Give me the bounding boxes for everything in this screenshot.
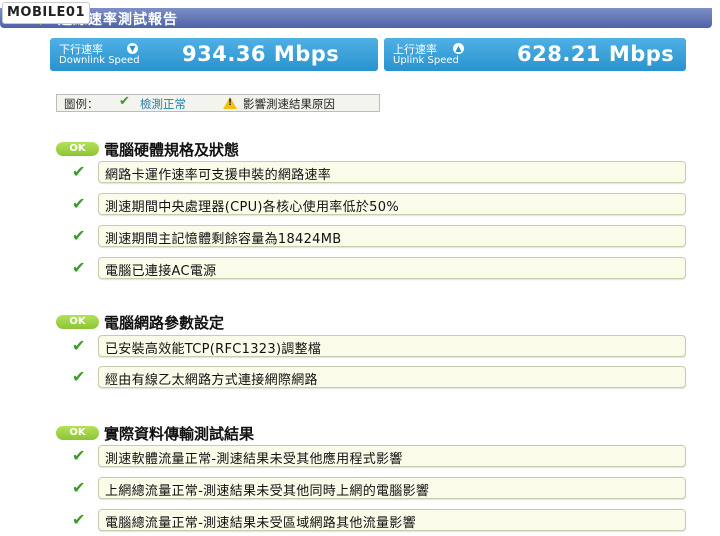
list-item: ✔ 網路卡運作速率可支援申裝的網路速率 bbox=[70, 161, 688, 183]
result-bar: 電腦總流量正常-測速結果未受區域網路其他流量影響 bbox=[98, 509, 686, 531]
item-text: 測速期間中央處理器(CPU)各核心使用率低於50% bbox=[105, 200, 399, 215]
list-item: ✔ 測速軟體流量正常-測速結果未受其他應用程式影響 bbox=[70, 445, 688, 467]
uplink-value: 628.21 Mbps bbox=[517, 42, 675, 66]
item-text: 網路卡運作速率可支援申裝的網路速率 bbox=[105, 168, 332, 183]
item-text: 測速期間主記憶體剩餘容量為18424MB bbox=[105, 232, 342, 247]
title-banner: 連線速率測試報告 bbox=[0, 8, 712, 28]
ok-badge: OK bbox=[56, 142, 99, 156]
item-text: 已安裝高效能TCP(RFC1323)調整檔 bbox=[105, 342, 322, 357]
uplink-speed-box: 上行速率 ▲ Uplink Speed 628.21 Mbps bbox=[384, 38, 686, 71]
result-bar: 經由有線乙太網路方式連接網際網路 bbox=[98, 366, 686, 388]
result-bar: 測速期間中央處理器(CPU)各核心使用率低於50% bbox=[98, 193, 686, 215]
result-bar: 測速軟體流量正常-測速結果未受其他應用程式影響 bbox=[98, 445, 686, 467]
item-text: 經由有線乙太網路方式連接網際網路 bbox=[105, 373, 318, 388]
list-item: ✔ 電腦已連接AC電源 bbox=[70, 257, 688, 279]
result-bar: 測速期間主記憶體剩餘容量為18424MB bbox=[98, 225, 686, 247]
check-icon: ✔ bbox=[72, 226, 86, 245]
legend-warn-text: 影響測速結果原因 bbox=[243, 97, 335, 111]
top-bar: 連線速率測試報告 MOBILE01 bbox=[0, 0, 720, 30]
down-arrow-icon: ▼ bbox=[127, 43, 138, 54]
warning-icon bbox=[223, 97, 237, 109]
item-text: 上網總流量正常-測速結果未受其他同時上網的電腦影響 bbox=[105, 484, 430, 499]
item-text: 電腦已連接AC電源 bbox=[105, 264, 217, 279]
list-item: ✔ 經由有線乙太網路方式連接網際網路 bbox=[70, 366, 688, 388]
brand-text: MOBILE01 bbox=[7, 5, 85, 20]
up-arrow-icon: ▲ bbox=[453, 43, 464, 54]
list-item: ✔ 上網總流量正常-測速結果未受其他同時上網的電腦影響 bbox=[70, 477, 688, 499]
result-bar: 電腦已連接AC電源 bbox=[98, 257, 686, 279]
check-icon: ✔ bbox=[72, 162, 86, 181]
check-icon: ✔ bbox=[72, 510, 86, 529]
legend-ok-text: 檢測正常 bbox=[140, 97, 186, 111]
item-text: 電腦總流量正常-測速結果未受區域網路其他流量影響 bbox=[105, 516, 416, 531]
downlink-label-en: Downlink Speed bbox=[59, 55, 140, 66]
downlink-value: 934.36 Mbps bbox=[182, 42, 340, 66]
legend-label: 圖例： bbox=[64, 97, 99, 111]
section-title: 實際資料傳輸測試結果 bbox=[104, 425, 255, 443]
brand-logo: MOBILE01 bbox=[2, 2, 90, 24]
result-bar: 上網總流量正常-測速結果未受其他同時上網的電腦影響 bbox=[98, 477, 686, 499]
check-icon: ✔ bbox=[72, 194, 86, 213]
list-item: ✔ 已安裝高效能TCP(RFC1323)調整檔 bbox=[70, 335, 688, 357]
result-bar: 網路卡運作速率可支援申裝的網路速率 bbox=[98, 161, 686, 183]
result-bar: 已安裝高效能TCP(RFC1323)調整檔 bbox=[98, 335, 686, 357]
check-icon: ✔ bbox=[72, 258, 86, 277]
check-icon: ✔ bbox=[119, 94, 130, 109]
list-item: ✔ 測速期間主記憶體剩餘容量為18424MB bbox=[70, 225, 688, 247]
downlink-speed-box: 下行速率 ▼ Downlink Speed 934.36 Mbps bbox=[50, 38, 378, 71]
check-icon: ✔ bbox=[72, 367, 86, 386]
ok-badge: OK bbox=[56, 426, 99, 440]
list-item: ✔ 電腦總流量正常-測速結果未受區域網路其他流量影響 bbox=[70, 509, 688, 531]
item-text: 測速軟體流量正常-測速結果未受其他應用程式影響 bbox=[105, 452, 403, 467]
section-title: 電腦硬體規格及狀態 bbox=[104, 141, 240, 159]
ok-badge: OK bbox=[56, 315, 99, 329]
legend: 圖例： ✔ 檢測正常 影響測速結果原因 bbox=[56, 94, 380, 112]
section-title: 電腦網路參數設定 bbox=[104, 314, 225, 332]
list-item: ✔ 測速期間中央處理器(CPU)各核心使用率低於50% bbox=[70, 193, 688, 215]
check-icon: ✔ bbox=[72, 446, 86, 465]
check-icon: ✔ bbox=[72, 478, 86, 497]
uplink-label-en: Uplink Speed bbox=[393, 55, 459, 66]
check-icon: ✔ bbox=[72, 336, 86, 355]
